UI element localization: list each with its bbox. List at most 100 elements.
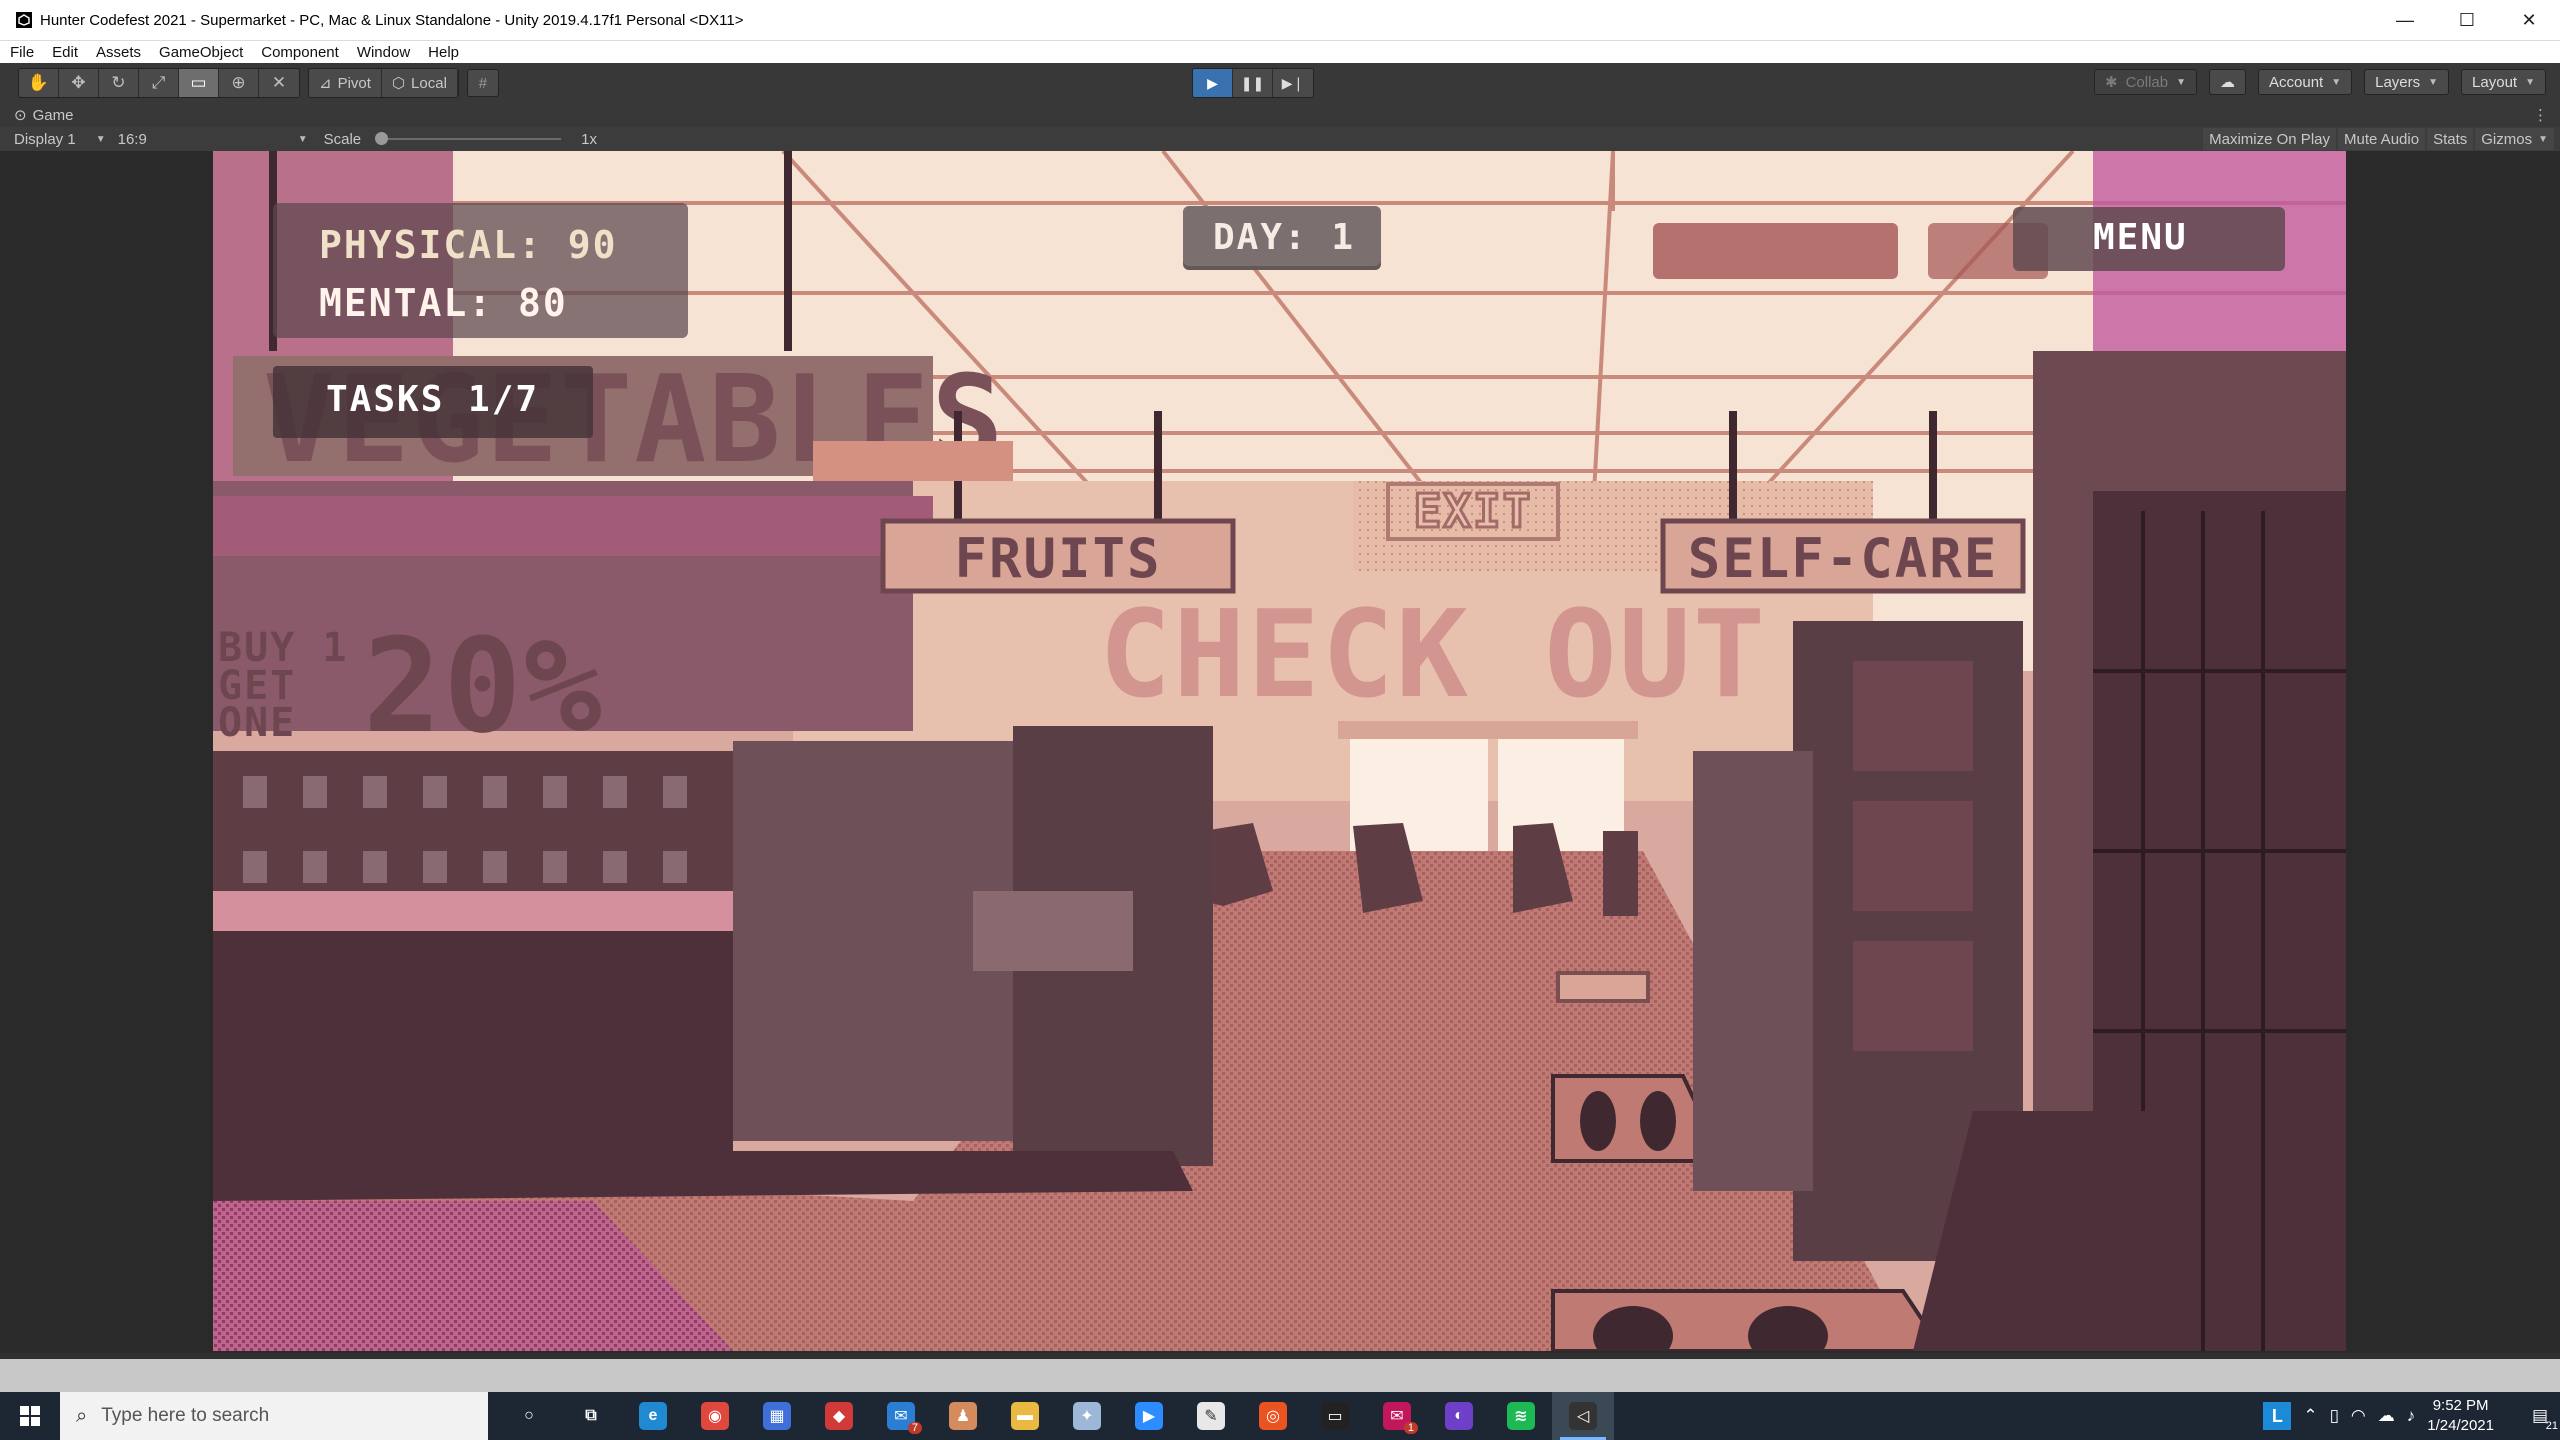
chevron-down-icon: ▼ [2428, 76, 2439, 88]
unity-icon: ◁ [1569, 1402, 1597, 1430]
rotate-tool-icon[interactable]: ↻ [99, 69, 139, 97]
windows-taskbar: ⌕ Type here to search ○ ⧉ e ◉ ▦ ◆ ✉ 7 ♟ ▬ ✦ ▶ ✎ ◎ ▭ ✉ 1 ◐… [0, 1392, 2560, 1440]
layers-button[interactable]: Layers ▼ [2364, 69, 2450, 95]
chevron-down-icon: ▼ [95, 133, 106, 145]
taskbar-app-spotify[interactable]: ≋ [1490, 1392, 1552, 1440]
viewport-status-strip [0, 1353, 2560, 1359]
maximize-on-play-toggle[interactable]: Maximize On Play [2203, 128, 2336, 150]
aspect-select[interactable]: 16:9 ▼ [118, 131, 308, 148]
display-select[interactable]: Display 1 ▼ [14, 131, 106, 148]
zoom-icon: ▶ [1135, 1402, 1163, 1430]
local-button[interactable]: ⬡ Local [381, 69, 458, 97]
taskbar-app-edge[interactable]: e [622, 1392, 684, 1440]
more-options-icon[interactable]: ⋮ [2533, 106, 2548, 124]
battery-icon[interactable]: ▯ [2330, 1406, 2339, 1426]
taskbar-app-cortana[interactable]: ○ [498, 1392, 560, 1440]
chevron-down-icon: ▼ [2525, 76, 2535, 88]
taskbar-app-messenger[interactable]: ✉ 1 [1366, 1392, 1428, 1440]
scale-tool-icon[interactable]: ⤢ [139, 69, 179, 97]
footprint [1640, 1091, 1676, 1151]
taskbar-app-mail[interactable]: ✉ 7 [870, 1392, 932, 1440]
step-icon[interactable]: ▶❘ [1273, 69, 1313, 97]
play-controls: ▶ ❚❚ ▶❘ [1192, 68, 1314, 98]
local-label: Local [411, 74, 447, 92]
hanging-sign-left [1653, 223, 1898, 279]
stats-toggle[interactable]: Stats [2427, 128, 2474, 150]
grid-snap-icon[interactable]: # [466, 69, 499, 97]
file-explorer-icon: ▬ [1011, 1402, 1039, 1430]
move-tool-icon[interactable]: ✥ [59, 69, 99, 97]
shelf-display [213, 891, 733, 931]
wifi-icon[interactable]: ◠ [2351, 1406, 2366, 1426]
volume-icon[interactable]: ♪ [2407, 1406, 2416, 1426]
game-view[interactable]: EXIT CHECK OUT VEGETABLES BUY 1 GET ONE [213, 151, 2346, 1351]
rect-tool-icon[interactable]: ▭ [179, 69, 219, 97]
menu-window[interactable]: Window [349, 44, 418, 61]
menu-edit[interactable]: Edit [44, 44, 86, 61]
menu-gameobject[interactable]: GameObject [151, 44, 251, 61]
app-red-icon: ◆ [825, 1402, 853, 1430]
tray-app-icon[interactable]: L [2263, 1402, 2292, 1430]
menu-file[interactable]: File [2, 44, 42, 61]
menu-help[interactable]: Help [420, 44, 467, 61]
pivot-button[interactable]: ⊿ Pivot [309, 69, 382, 97]
transform-tool-icon[interactable]: ⊕ [219, 69, 259, 97]
play-icon[interactable]: ▶ [1193, 69, 1233, 97]
github-icon: ◐ [1445, 1402, 1473, 1430]
promo-discount: 20% [363, 610, 604, 762]
collab-label: Collab [2125, 73, 2169, 91]
checkout-sign: CHECK OUT [1099, 586, 1767, 725]
tab-game[interactable]: ⊙ Game [14, 106, 73, 125]
taskbar-app-unity[interactable]: ◁ [1552, 1392, 1614, 1440]
close-button[interactable]: ✕ [2498, 0, 2560, 40]
pause-icon[interactable]: ❚❚ [1233, 69, 1273, 97]
terminal-icon: ▭ [1321, 1402, 1349, 1430]
taskbar-app-game-app[interactable]: ♟ [932, 1392, 994, 1440]
taskbar-app-terminal[interactable]: ▭ [1304, 1392, 1366, 1440]
taskbar-app-bird-app[interactable]: ✦ [1056, 1392, 1118, 1440]
taskbar-app-store[interactable]: ▦ [746, 1392, 808, 1440]
collab-button[interactable]: ✱ Collab ▼ [2093, 69, 2197, 95]
minimize-button[interactable]: — [2374, 0, 2436, 40]
gizmos-toggle[interactable]: Gizmos ▼ [2475, 128, 2554, 150]
display-label: Display 1 [14, 130, 76, 148]
taskbar-app-task-view[interactable]: ⧉ [560, 1392, 622, 1440]
custom-tool-icon[interactable]: ✕ [259, 69, 299, 97]
chevron-down-icon: ▼ [2538, 133, 2548, 145]
taskbar-app-chrome[interactable]: ◉ [684, 1392, 746, 1440]
title-bar: Hunter Codefest 2021 - Supermarket - PC,… [0, 0, 2560, 41]
hand-tool-icon[interactable]: ✋ [19, 69, 59, 97]
taskbar-app-zoom[interactable]: ▶ [1118, 1392, 1180, 1440]
menu-component[interactable]: Component [253, 44, 347, 61]
pivot-icon: ⊿ [319, 75, 332, 92]
start-button[interactable] [0, 1392, 60, 1440]
notifications-button[interactable]: ▤ 21 [2520, 1392, 2560, 1440]
gizmos-label: Gizmos [2481, 130, 2533, 148]
layout-button[interactable]: Layout ▼ [2461, 69, 2546, 95]
cloud-icon[interactable]: ☁ [2378, 1406, 2395, 1426]
mute-audio-toggle[interactable]: Mute Audio [2338, 128, 2426, 150]
taskbar-app-notepad[interactable]: ✎ [1180, 1392, 1242, 1440]
produce-bins [213, 496, 933, 556]
chevron-up-icon[interactable]: ⌃ [2303, 1406, 2317, 1426]
toolbar: ✋ ✥ ↻ ⤢ ▭ ⊕ ✕ ⊿ Pivot ⬡ Local # ▶ ❚❚ ▶❘ ✱ C… [0, 63, 2560, 103]
clock[interactable]: 9:52 PM 1/24/2021 [2427, 1396, 2494, 1436]
floor-mat [1556, 971, 1650, 1003]
maximize-button[interactable]: ☐ [2436, 0, 2498, 40]
taskbar-app-github[interactable]: ◐ [1428, 1392, 1490, 1440]
right-shelf-front [1693, 751, 1813, 1191]
taskbar-search[interactable]: ⌕ Type here to search [60, 1392, 488, 1440]
menu-assets[interactable]: Assets [88, 44, 149, 61]
taskbar-app-app-red[interactable]: ◆ [808, 1392, 870, 1440]
layout-label: Layout [2472, 73, 2518, 91]
cloud-button[interactable]: ☁ [2209, 69, 2246, 95]
account-button[interactable]: Account ▼ [2258, 69, 2353, 95]
menu-button-label[interactable]: MENU [2093, 217, 2188, 258]
shelf-compartment [1853, 661, 1973, 771]
taskbar-app-file-explorer[interactable]: ▬ [994, 1392, 1056, 1440]
scale-slider-handle[interactable] [375, 132, 389, 145]
taskbar-app-ubuntu[interactable]: ◎ [1242, 1392, 1304, 1440]
scale-slider[interactable] [375, 132, 562, 145]
tasks-counter[interactable]: TASKS 1/7 [326, 379, 539, 420]
scale-control: Scale 1x [324, 131, 597, 148]
